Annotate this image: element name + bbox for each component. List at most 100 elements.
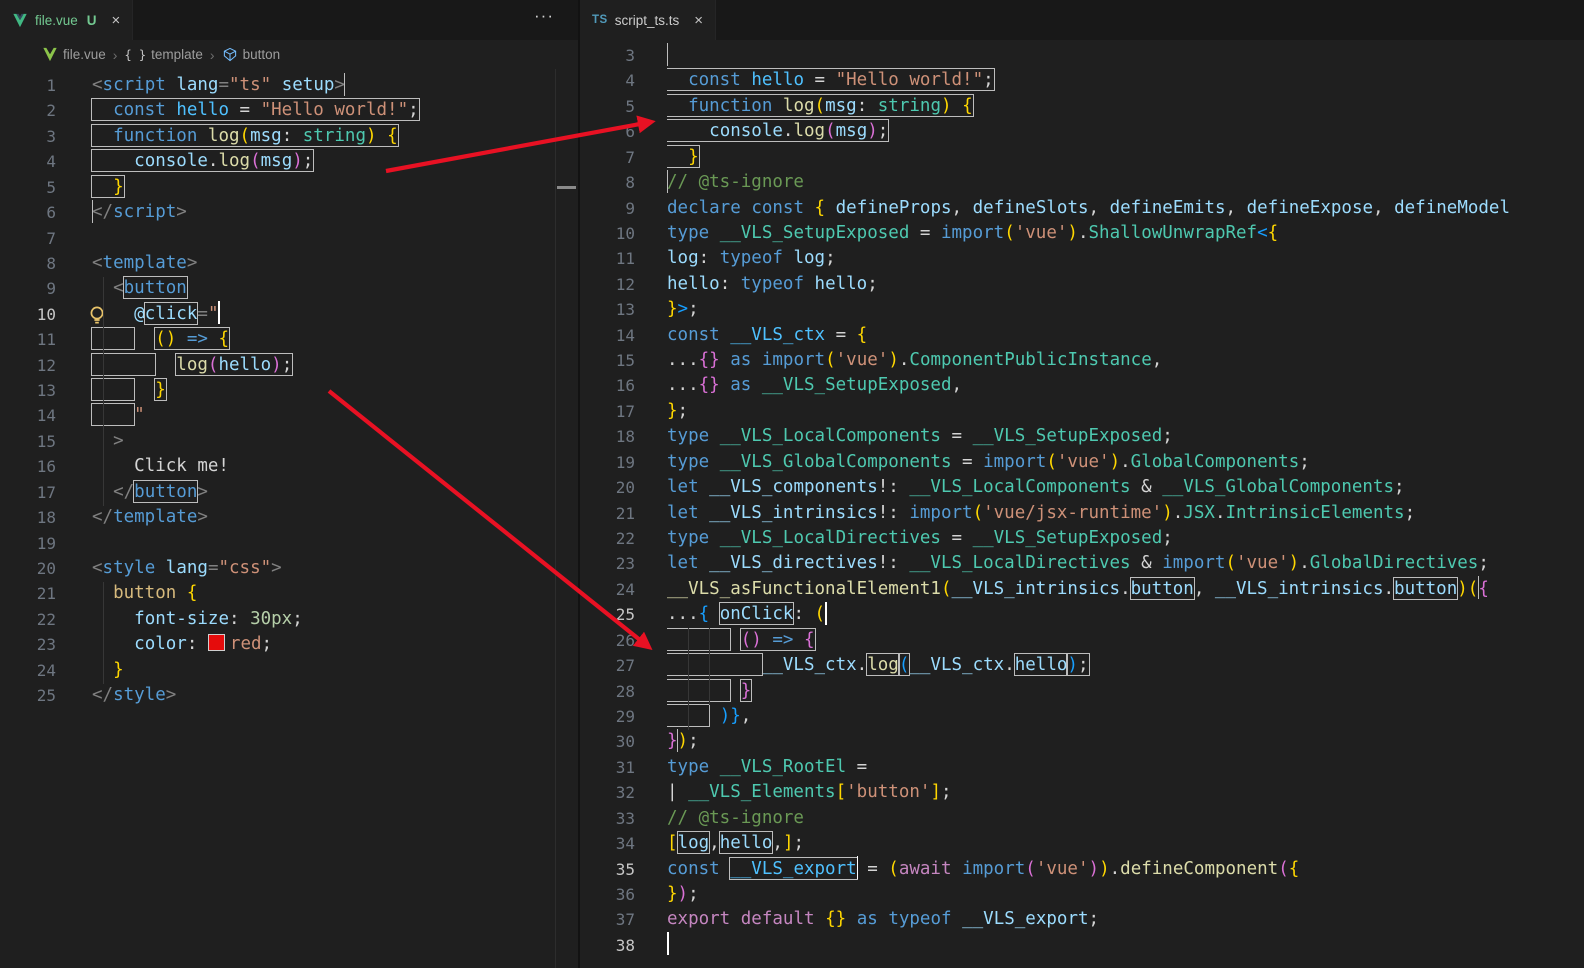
code-line[interactable]: const hello = "Hello world!"; bbox=[667, 68, 1584, 93]
code-line[interactable]: () => { bbox=[667, 628, 1584, 653]
code-line[interactable]: let __VLS_intrinsics!: import('vue/jsx-r… bbox=[667, 501, 1584, 526]
line-number-gutter-right: 3 4 5 6 7 8 9 10 11 12 13 14 15 16 17 18 19 20 21 22 23 24 25 2… bbox=[580, 43, 635, 958]
line-number: 6 bbox=[46, 203, 56, 223]
code-line[interactable]: }); bbox=[667, 882, 1584, 907]
code-line[interactable]: let __VLS_components!: __VLS_LocalCompon… bbox=[667, 475, 1584, 500]
code-line[interactable] bbox=[92, 226, 552, 251]
code-line[interactable]: // @ts-ignore bbox=[667, 169, 1584, 195]
line-number: 26 bbox=[615, 630, 635, 650]
line-number: 17 bbox=[36, 482, 56, 502]
code-line[interactable]: <script lang="ts" setup> bbox=[92, 72, 552, 98]
line-number: 31 bbox=[615, 757, 635, 777]
symbol-namespace-icon: { } bbox=[124, 47, 147, 62]
line-number: 10 bbox=[615, 223, 635, 243]
code-line[interactable]: <button bbox=[92, 276, 552, 301]
code-line[interactable]: console.log(msg); bbox=[92, 149, 552, 174]
code-line[interactable]: function log(msg: string) { bbox=[92, 124, 552, 149]
code-line[interactable]: } bbox=[92, 175, 552, 200]
code-line[interactable]: } bbox=[667, 679, 1584, 704]
line-number: 9 bbox=[625, 198, 635, 218]
line-number: 35 bbox=[615, 859, 635, 879]
code-line[interactable]: color: red; bbox=[92, 632, 552, 657]
line-number: 28 bbox=[615, 681, 635, 701]
breadcrumb-item-template[interactable]: { } template bbox=[124, 47, 202, 62]
tab-file-vue[interactable]: file.vue U × bbox=[0, 0, 134, 40]
code-line[interactable]: log(hello); bbox=[92, 353, 552, 378]
code-editor-script-ts[interactable]: const hello = "Hello world!"; function l… bbox=[667, 43, 1584, 958]
line-number: 5 bbox=[625, 96, 635, 116]
indent-guide bbox=[688, 628, 689, 730]
code-line[interactable]: () => { bbox=[92, 327, 552, 352]
editor-scrollbar-track[interactable] bbox=[555, 69, 556, 968]
mapping-box: } bbox=[92, 177, 124, 197]
close-tab-icon[interactable]: × bbox=[694, 12, 703, 29]
code-line[interactable]: @click=" bbox=[90, 301, 552, 327]
code-line[interactable]: Click me! bbox=[92, 454, 552, 479]
close-tab-icon[interactable]: × bbox=[112, 12, 121, 29]
code-line[interactable]: }; bbox=[667, 399, 1584, 424]
mapping-box bbox=[92, 329, 134, 349]
code-line[interactable]: button { bbox=[92, 581, 552, 606]
code-line[interactable]: __VLS_ctx.log(__VLS_ctx.hello); bbox=[667, 653, 1584, 678]
code-line[interactable] bbox=[667, 43, 1584, 68]
code-line[interactable]: <template> bbox=[92, 251, 552, 276]
line-number: 27 bbox=[615, 656, 635, 676]
code-line[interactable]: declare const { defineProps, defineSlots… bbox=[667, 196, 1584, 221]
code-line[interactable]: ...{} as __VLS_SetupExposed, bbox=[667, 373, 1584, 398]
code-line[interactable]: type __VLS_SetupExposed = import('vue').… bbox=[667, 221, 1584, 246]
line-number: 29 bbox=[615, 706, 635, 726]
breadcrumb-item-button[interactable]: button bbox=[222, 47, 280, 62]
code-line[interactable]: export default {} as typeof __VLS_export… bbox=[667, 907, 1584, 932]
mapping-box: log(hello); bbox=[176, 354, 293, 375]
code-line[interactable]: type __VLS_RootEl = bbox=[667, 755, 1584, 780]
code-line[interactable]: </button> bbox=[92, 480, 552, 505]
code-line[interactable]: ...{} as import('vue').ComponentPublicIn… bbox=[667, 348, 1584, 373]
code-line[interactable]: log: typeof log; bbox=[667, 246, 1584, 271]
line-number: 23 bbox=[615, 554, 635, 574]
line-number: 25 bbox=[615, 605, 635, 625]
tab-script-ts[interactable]: TS script_ts.ts × bbox=[580, 0, 716, 40]
mapping-box: button bbox=[134, 481, 198, 502]
mapping-box: hello bbox=[719, 833, 773, 854]
code-line[interactable]: )}, bbox=[667, 704, 1584, 729]
code-line[interactable]: } bbox=[667, 145, 1584, 170]
code-line[interactable]: > bbox=[92, 429, 552, 454]
vue-file-icon bbox=[43, 47, 57, 62]
code-line[interactable]: " bbox=[92, 403, 552, 428]
code-line[interactable]: __VLS_asFunctionalElement1(__VLS_intrins… bbox=[667, 576, 1584, 602]
code-line[interactable]: <style lang="css"> bbox=[92, 556, 552, 581]
code-line[interactable]: }>; bbox=[667, 297, 1584, 322]
code-line[interactable]: const hello = "Hello world!"; bbox=[92, 98, 552, 123]
git-untracked-badge: U bbox=[86, 12, 97, 28]
line-number: 34 bbox=[615, 834, 635, 854]
code-line[interactable]: type __VLS_LocalDirectives = __VLS_Setup… bbox=[667, 526, 1584, 551]
line-number: 36 bbox=[615, 884, 635, 904]
mapping-box: __VLS_export bbox=[730, 858, 857, 879]
editor-more-actions-icon[interactable]: ··· bbox=[534, 6, 554, 26]
code-line[interactable]: [log,hello,]; bbox=[667, 831, 1584, 856]
code-line[interactable]: </style> bbox=[92, 683, 552, 708]
code-line[interactable]: function log(msg: string) { bbox=[667, 94, 1584, 119]
code-line[interactable]: type __VLS_LocalComponents = __VLS_Setup… bbox=[667, 424, 1584, 449]
code-line[interactable]: | __VLS_Elements['button']; bbox=[667, 780, 1584, 805]
code-line[interactable]: type __VLS_GlobalComponents = import('vu… bbox=[667, 450, 1584, 475]
code-line[interactable]: } bbox=[92, 378, 552, 403]
code-line[interactable]: </template> bbox=[92, 505, 552, 530]
code-line[interactable]: } bbox=[92, 658, 552, 683]
code-line[interactable]: }); bbox=[667, 728, 1584, 754]
code-line[interactable] bbox=[667, 932, 1584, 958]
code-line[interactable]: let __VLS_directives!: __VLS_LocalDirect… bbox=[667, 551, 1584, 576]
code-line[interactable]: ...{ onClick: ( bbox=[667, 601, 1584, 627]
code-line[interactable]: console.log(msg); bbox=[667, 119, 1584, 144]
code-line[interactable]: hello: typeof hello; bbox=[667, 272, 1584, 297]
code-line[interactable]: // @ts-ignore bbox=[667, 806, 1584, 831]
code-editor-file-vue[interactable]: <script lang="ts" setup> const hello = "… bbox=[90, 72, 552, 709]
breadcrumb-separator: › bbox=[209, 46, 215, 63]
css-color-swatch[interactable] bbox=[207, 633, 225, 651]
code-line[interactable]: font-size: 30px; bbox=[92, 607, 552, 632]
code-line[interactable]: const __VLS_export = (await import('vue'… bbox=[667, 856, 1584, 882]
breadcrumb-item-file[interactable]: file.vue bbox=[42, 47, 106, 62]
code-line[interactable] bbox=[92, 531, 552, 556]
code-line[interactable]: const __VLS_ctx = { bbox=[667, 323, 1584, 348]
code-line[interactable]: </script> bbox=[91, 199, 552, 225]
